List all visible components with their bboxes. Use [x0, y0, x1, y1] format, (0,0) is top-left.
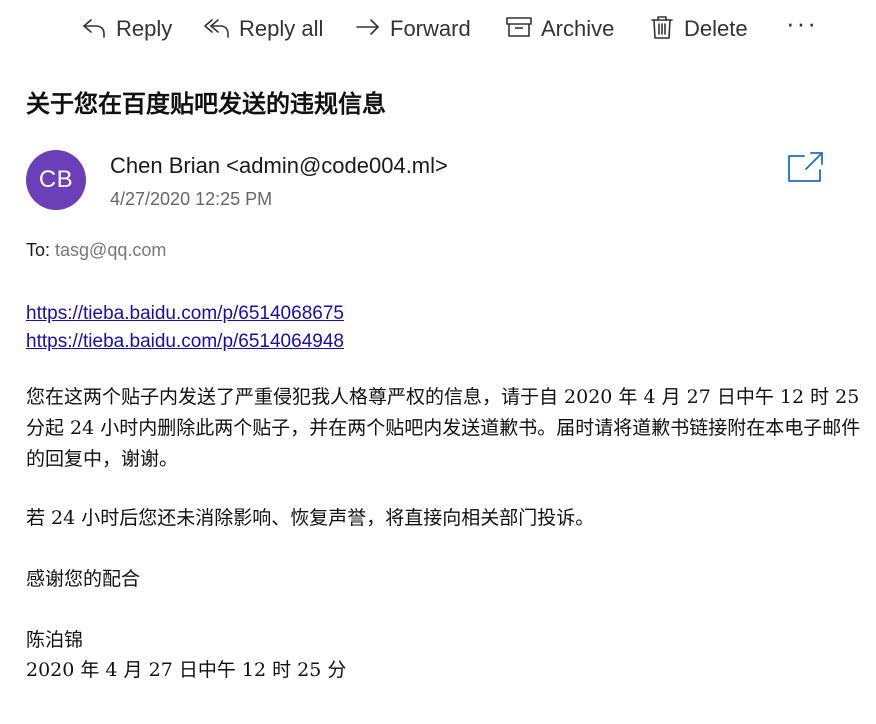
message-body: https://tieba.baidu.com/p/6514068675 htt…	[26, 300, 871, 681]
body-paragraph: 若 24 小时后您还未消除影响、恢复声誉，将直接向相关部门投诉。	[26, 507, 595, 529]
sender-name[interactable]: Chen Brian <admin@code004.ml>	[110, 153, 448, 179]
body-paragraph: 您在这两个贴子内发送了严重侵犯我人格尊严权的信息，请于自 2020 年 4 月 …	[26, 386, 861, 470]
forward-button[interactable]: Forward	[354, 10, 471, 48]
reply-all-button[interactable]: Reply all	[203, 10, 323, 48]
more-actions-button[interactable]: ···	[786, 10, 818, 48]
forward-label: Forward	[390, 16, 471, 41]
avatar: CB	[26, 150, 86, 210]
reply-label: Reply	[116, 16, 173, 41]
to-address[interactable]: tasg@qq.com	[55, 240, 166, 260]
reply-button[interactable]: Reply	[80, 10, 172, 48]
signature-date: 2020 年 4 月 27 日中午 12 时 25 分	[26, 659, 347, 681]
post-link-1[interactable]: https://tieba.baidu.com/p/6514068675	[26, 300, 871, 328]
post-link-2[interactable]: https://tieba.baidu.com/p/6514064948	[26, 328, 871, 356]
signature-name: 陈泊锦	[26, 629, 84, 651]
recipient-line: To: tasg@qq.com	[26, 240, 166, 261]
sent-date: 4/27/2020 12:25 PM	[110, 189, 273, 209]
message-subject: 关于您在百度贴吧发送的违规信息	[26, 90, 386, 118]
delete-icon	[648, 13, 676, 45]
popout-button[interactable]	[786, 150, 826, 186]
archive-button[interactable]: Archive	[505, 10, 614, 48]
closing-text: 感谢您的配合	[26, 568, 141, 590]
archive-icon	[505, 13, 533, 45]
reply-icon	[80, 13, 108, 45]
popout-icon	[786, 152, 826, 190]
command-toolbar: Reply Reply all Forward Archive Delete ·…	[0, 0, 876, 58]
delete-button[interactable]: Delete	[648, 10, 748, 48]
forward-icon	[354, 13, 382, 45]
delete-label: Delete	[684, 16, 748, 41]
reply-all-icon	[203, 13, 231, 45]
to-label: To:	[26, 240, 51, 260]
reply-all-label: Reply all	[239, 16, 324, 41]
archive-label: Archive	[541, 16, 615, 41]
more-icon: ···	[786, 8, 818, 38]
